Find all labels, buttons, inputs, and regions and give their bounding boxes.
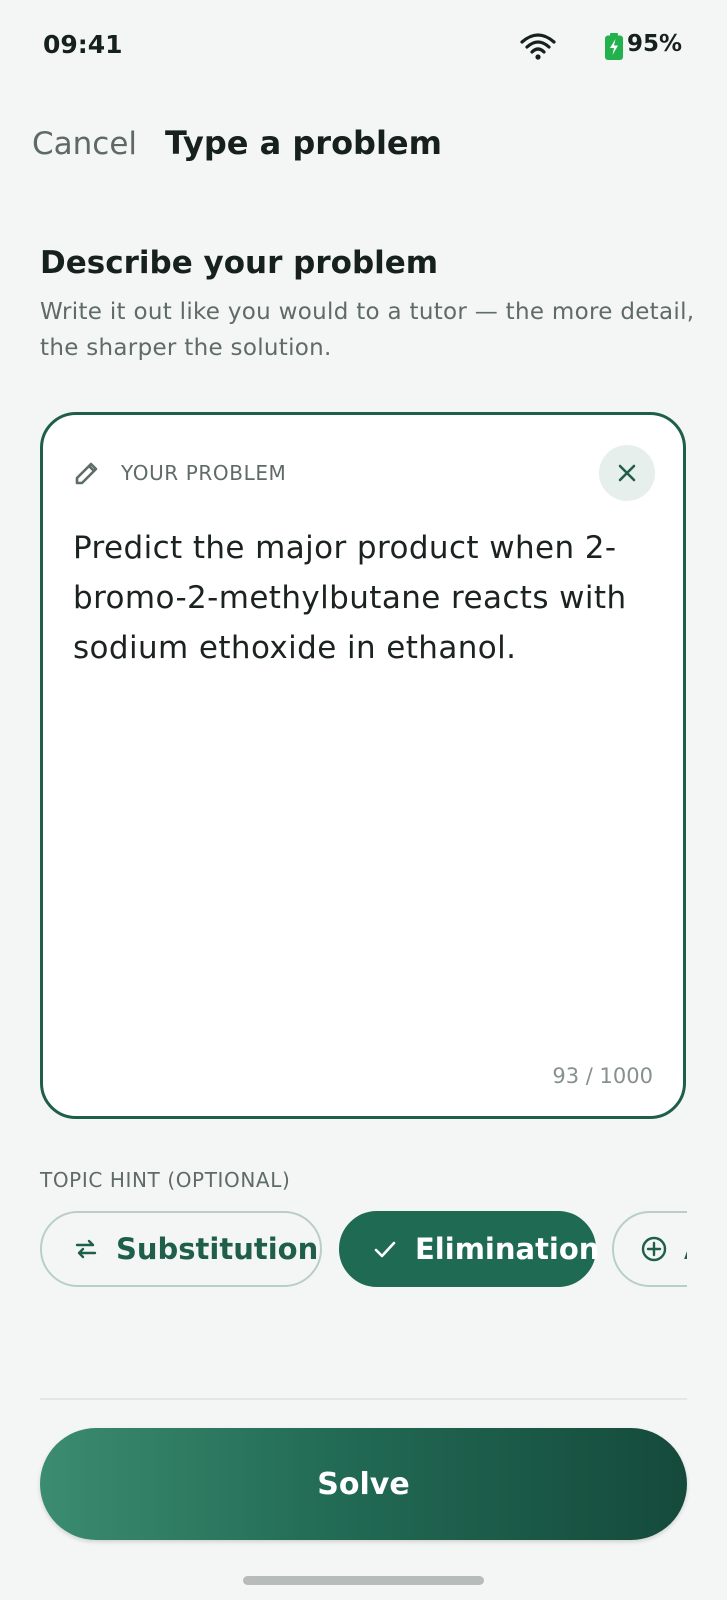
- divider: [40, 1398, 687, 1400]
- chip-addition[interactable]: A: [612, 1211, 687, 1287]
- character-count: 93 / 1000: [552, 1064, 653, 1088]
- status-time: 09:41: [43, 30, 123, 59]
- solve-button[interactable]: Solve: [40, 1428, 687, 1540]
- battery-charging-icon: [605, 33, 623, 60]
- section-subtitle: Write it out like you would to a tutor —…: [40, 299, 695, 361]
- page-title: Type a problem: [165, 124, 442, 162]
- chip-label: Elimination: [415, 1232, 600, 1266]
- problem-input-card[interactable]: YOUR PROBLEM Predict the major product w…: [40, 412, 686, 1119]
- problem-textarea[interactable]: Predict the major product when 2-bromo-2…: [73, 523, 659, 673]
- chip-substitution[interactable]: Substitution: [40, 1211, 322, 1287]
- top-bar: Cancel Type a problem: [0, 118, 727, 178]
- chip-label: Substitution: [116, 1232, 319, 1266]
- topic-chips[interactable]: Substitution Elimination A: [40, 1211, 687, 1287]
- swap-arrows-icon: [72, 1235, 100, 1263]
- home-indicator[interactable]: [243, 1576, 484, 1585]
- wifi-icon: [520, 33, 556, 60]
- status-bar: 09:41 95%: [0, 0, 727, 95]
- plus-circle-icon: [640, 1235, 668, 1263]
- clear-button[interactable]: [599, 445, 655, 501]
- battery-percent: 95%: [627, 31, 683, 57]
- close-icon: [618, 464, 636, 482]
- chip-elimination[interactable]: Elimination: [339, 1211, 600, 1287]
- check-icon: [371, 1235, 399, 1263]
- pencil-icon: [75, 462, 98, 485]
- section-title: Describe your problem: [40, 245, 439, 281]
- topic-hint-label: TOPIC HINT (OPTIONAL): [40, 1168, 291, 1192]
- cancel-button[interactable]: Cancel: [32, 126, 137, 162]
- chip-label: A: [684, 1232, 687, 1266]
- card-label: YOUR PROBLEM: [121, 461, 287, 485]
